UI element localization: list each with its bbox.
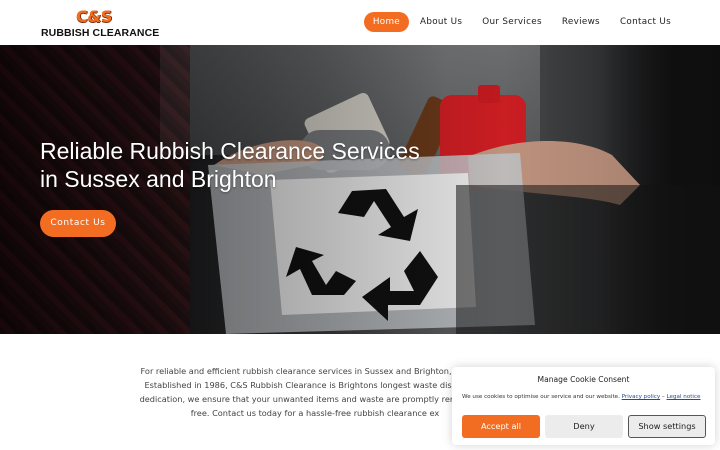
intro-line: For reliable and efficient rubbish clear…: [140, 366, 490, 376]
site-logo[interactable]: C&S RUBBISH CLEARANCE: [40, 7, 159, 40]
accept-all-button[interactable]: Accept all: [462, 415, 540, 438]
hero-contact-button[interactable]: Contact Us: [40, 210, 116, 237]
site-header: C&S RUBBISH CLEARANCE Home About Us Our …: [0, 0, 720, 45]
privacy-policy-link[interactable]: Privacy policy: [622, 394, 661, 400]
nav-item-about-us[interactable]: About Us: [411, 12, 471, 32]
intro-text: For reliable and efficient rubbish clear…: [130, 364, 500, 420]
hero-title: Reliable Rubbish Clearance Services in S…: [40, 137, 460, 193]
legal-notice-link[interactable]: Legal notice: [667, 394, 701, 400]
cookie-text: We use cookies to optimise our service a…: [462, 394, 620, 400]
nav-item-our-services[interactable]: Our Services: [473, 12, 551, 32]
logo-wordmark: RUBBISH CLEARANCE: [41, 27, 160, 39]
cookie-link-separator: –: [661, 394, 665, 400]
hero-title-line1: Reliable Rubbish Clearance Services: [40, 138, 420, 164]
main-nav: Home About Us Our Services Reviews Conta…: [362, 12, 680, 32]
hero-title-line2: in Sussex and Brighton: [40, 166, 277, 192]
show-settings-button[interactable]: Show settings: [628, 415, 706, 438]
hero-banner: Reliable Rubbish Clearance Services in S…: [0, 45, 720, 334]
cookie-message: We use cookies to optimise our service a…: [462, 394, 707, 400]
cookie-consent-banner: Manage Cookie Consent We use cookies to …: [452, 367, 715, 445]
cookie-title: Manage Cookie Consent: [537, 375, 630, 384]
nav-item-reviews[interactable]: Reviews: [553, 12, 609, 32]
intro-line: Established in 1986, C&S Rubbish Clearan…: [144, 380, 486, 390]
intro-line: dedication, we ensure that your unwanted…: [139, 394, 491, 404]
nav-item-contact-us[interactable]: Contact Us: [611, 12, 680, 32]
nav-item-home[interactable]: Home: [363, 12, 410, 32]
deny-button[interactable]: Deny: [545, 415, 623, 438]
intro-line: free. Contact us today for a hassle-free…: [190, 408, 440, 418]
logo-monogram: C&S: [76, 7, 112, 26]
